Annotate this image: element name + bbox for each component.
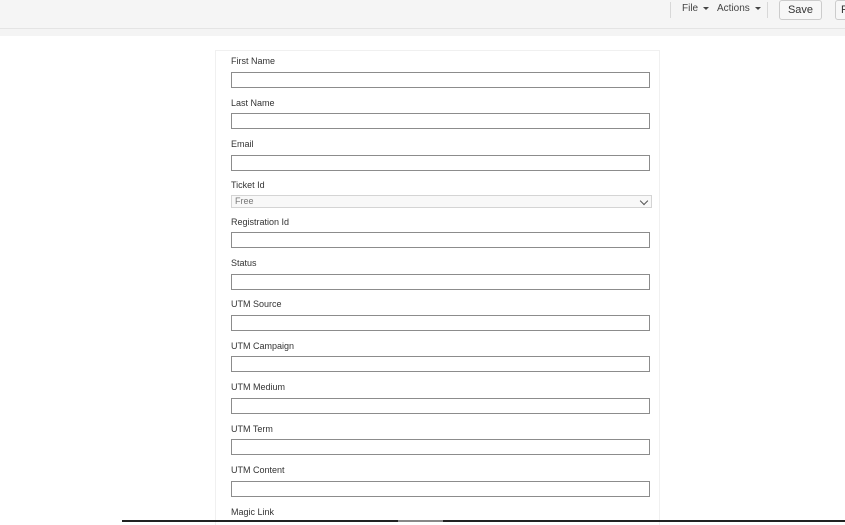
utm-content-input[interactable] <box>231 481 650 497</box>
utm-term-input[interactable] <box>231 439 650 455</box>
status-label: Status <box>231 258 257 268</box>
utm-campaign-input[interactable] <box>231 356 650 372</box>
partial-toolbar-button[interactable]: F <box>835 0 845 20</box>
first-name-input[interactable] <box>231 72 650 88</box>
horizontal-scrollbar-thumb[interactable] <box>398 520 443 522</box>
magic-link-label: Magic Link <box>231 507 275 517</box>
registration-id-input[interactable] <box>231 232 650 248</box>
utm-medium-label: UTM Medium <box>231 382 286 392</box>
first-name-label: First Name <box>231 56 276 66</box>
utm-content-label: UTM Content <box>231 465 285 475</box>
file-menu[interactable]: File <box>682 3 710 14</box>
toolbar-separator <box>767 2 768 18</box>
registration-id-label: Registration Id <box>231 217 290 227</box>
save-button[interactable]: Save <box>779 0 822 20</box>
last-name-label: Last Name <box>231 98 275 108</box>
top-toolbar: File Actions Save F <box>0 0 845 29</box>
toolbar-separator <box>670 2 671 18</box>
registration-form: First Name Last Name Email Ticket Id Fre… <box>216 51 659 525</box>
last-name-input[interactable] <box>231 113 650 129</box>
status-input[interactable] <box>231 274 650 290</box>
file-menu-label: File <box>682 3 699 14</box>
chevron-down-icon <box>639 196 649 206</box>
horizontal-scrollbar-track[interactable] <box>122 520 845 522</box>
caret-down-icon <box>754 7 761 10</box>
ticket-id-label: Ticket Id <box>231 180 265 190</box>
ticket-id-select[interactable]: Free <box>231 195 652 208</box>
actions-menu[interactable]: Actions <box>717 3 761 14</box>
utm-campaign-label: UTM Campaign <box>231 341 295 351</box>
utm-source-label: UTM Source <box>231 299 282 309</box>
email-label: Email <box>231 139 254 149</box>
actions-menu-label: Actions <box>717 3 750 14</box>
email-input[interactable] <box>231 155 650 171</box>
caret-down-icon <box>703 7 710 10</box>
ticket-id-selected-value: Free <box>235 196 254 206</box>
utm-source-input[interactable] <box>231 315 650 331</box>
utm-term-label: UTM Term <box>231 424 273 434</box>
utm-medium-input[interactable] <box>231 398 650 414</box>
